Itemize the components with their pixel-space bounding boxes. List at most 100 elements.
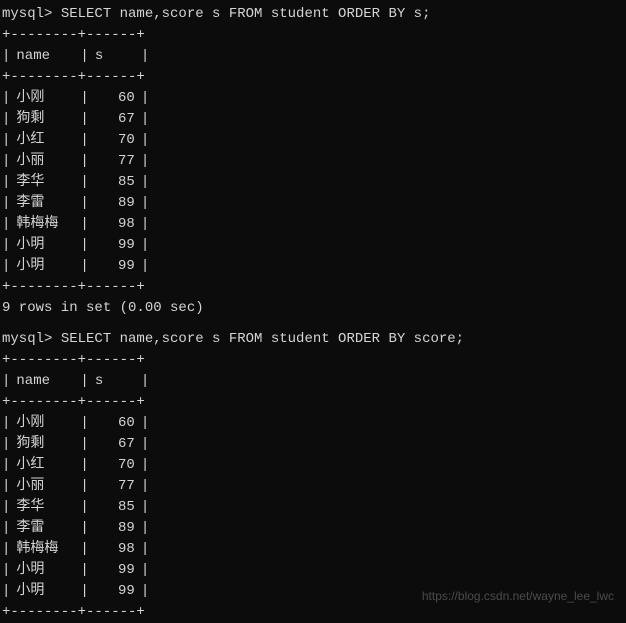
pipe-char: | [141, 497, 149, 518]
cell-score: 99 [89, 256, 141, 277]
pipe-char: | [141, 256, 149, 277]
table2-border-mid: +--------+------+ [0, 392, 626, 413]
sql-command-2: SELECT name,score s FROM student ORDER B… [61, 331, 464, 347]
pipe-char: | [2, 130, 10, 151]
pipe-char: | [2, 413, 10, 434]
pipe-char: | [80, 130, 88, 151]
table1-header-s: s [89, 46, 141, 67]
pipe-char: | [80, 434, 88, 455]
cell-name: 李雷 [10, 518, 80, 539]
table-row: |小刚|60| [0, 88, 626, 109]
pipe-char: | [80, 539, 88, 560]
cell-score: 98 [89, 214, 141, 235]
pipe-char: | [2, 235, 10, 256]
cell-name: 李华 [10, 497, 80, 518]
pipe-char: | [80, 413, 88, 434]
cell-score: 70 [89, 455, 141, 476]
pipe-char: | [141, 151, 149, 172]
pipe-char: | [80, 581, 88, 602]
table-row: |小明|99| [0, 256, 626, 277]
table-row: |小丽|77| [0, 151, 626, 172]
pipe-char: | [80, 455, 88, 476]
pipe-char: | [80, 497, 88, 518]
cell-name: 小明 [10, 256, 80, 277]
pipe-char: | [2, 88, 10, 109]
table-row: |小红|70| [0, 455, 626, 476]
table2-header-s: s [89, 371, 141, 392]
prompt-line-2: mysql> SELECT name,score s FROM student … [0, 329, 626, 350]
pipe-char: | [141, 434, 149, 455]
cell-name: 韩梅梅 [10, 214, 80, 235]
pipe-char: | [141, 539, 149, 560]
cell-name: 韩梅梅 [10, 539, 80, 560]
table1-header-row: | name | s | [0, 46, 626, 67]
pipe-char: | [2, 497, 10, 518]
pipe-char: | [80, 214, 88, 235]
table1-header-name: name [10, 46, 80, 67]
cell-score: 85 [89, 172, 141, 193]
table-row: |小红|70| [0, 130, 626, 151]
pipe-char: | [141, 214, 149, 235]
pipe-char: | [2, 371, 10, 392]
sql-command-1: SELECT name,score s FROM student ORDER B… [61, 6, 431, 22]
mysql-prompt: mysql> [2, 331, 61, 347]
cell-name: 小丽 [10, 476, 80, 497]
table-row: |韩梅梅|98| [0, 214, 626, 235]
pipe-char: | [2, 256, 10, 277]
table1-border-bot: +--------+------+ [0, 277, 626, 298]
table-row: |小明|99| [0, 235, 626, 256]
table-row: |李华|85| [0, 172, 626, 193]
pipe-char: | [2, 193, 10, 214]
table1-border-top: +--------+------+ [0, 25, 626, 46]
table-row: |韩梅梅|98| [0, 539, 626, 560]
cell-score: 77 [89, 476, 141, 497]
table2-header-name: name [10, 371, 80, 392]
pipe-char: | [141, 581, 149, 602]
pipe-char: | [2, 581, 10, 602]
cell-name: 李华 [10, 172, 80, 193]
pipe-char: | [141, 413, 149, 434]
cell-name: 小明 [10, 560, 80, 581]
cell-name: 小刚 [10, 88, 80, 109]
cell-score: 67 [89, 434, 141, 455]
cell-name: 狗剩 [10, 109, 80, 130]
cell-score: 60 [89, 88, 141, 109]
table-row: |狗剩|67| [0, 109, 626, 130]
cell-score: 70 [89, 130, 141, 151]
cell-name: 狗剩 [10, 434, 80, 455]
pipe-char: | [80, 371, 88, 392]
pipe-char: | [2, 518, 10, 539]
cell-score: 89 [89, 518, 141, 539]
cell-name: 小明 [10, 235, 80, 256]
pipe-char: | [141, 109, 149, 130]
status-line-1: 9 rows in set (0.00 sec) [0, 298, 626, 319]
cell-score: 60 [89, 413, 141, 434]
pipe-char: | [80, 235, 88, 256]
pipe-char: | [80, 560, 88, 581]
cell-score: 98 [89, 539, 141, 560]
pipe-char: | [2, 434, 10, 455]
cell-score: 99 [89, 560, 141, 581]
table-row: |李华|85| [0, 497, 626, 518]
table2-header-row: | name | s | [0, 371, 626, 392]
pipe-char: | [80, 46, 88, 67]
pipe-char: | [2, 476, 10, 497]
table-row: |狗剩|67| [0, 434, 626, 455]
pipe-char: | [80, 256, 88, 277]
table2-border-top: +--------+------+ [0, 350, 626, 371]
pipe-char: | [2, 214, 10, 235]
pipe-char: | [80, 88, 88, 109]
prompt-line-1: mysql> SELECT name,score s FROM student … [0, 4, 626, 25]
cell-name: 李雷 [10, 193, 80, 214]
pipe-char: | [80, 151, 88, 172]
pipe-char: | [2, 151, 10, 172]
pipe-char: | [141, 476, 149, 497]
pipe-char: | [141, 518, 149, 539]
pipe-char: | [2, 46, 10, 67]
pipe-char: | [141, 193, 149, 214]
cell-score: 89 [89, 193, 141, 214]
table-row: |小刚|60| [0, 413, 626, 434]
pipe-char: | [141, 172, 149, 193]
pipe-char: | [80, 476, 88, 497]
pipe-char: | [141, 560, 149, 581]
